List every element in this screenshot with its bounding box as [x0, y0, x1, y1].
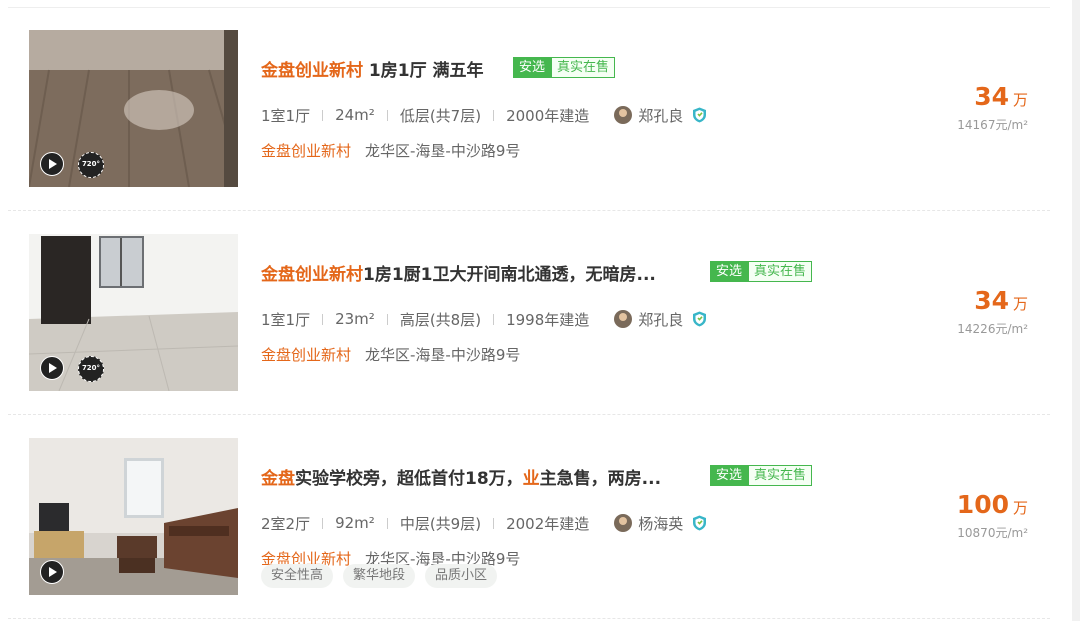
listing-specs: 1室1厅 24m² 低层(共7层) 2000年建造 郑孔良 [261, 105, 707, 125]
room-layout: 1室1厅 [261, 106, 311, 125]
floor-level: 低层(共7层) [399, 106, 482, 125]
divider [493, 517, 495, 529]
divider [386, 313, 388, 325]
floor-level: 中层(共9层) [399, 514, 482, 533]
title-text: 1房1厨1卫大开间南北通透，无暗房... [363, 265, 656, 285]
agent-avatar[interactable] [614, 106, 633, 124]
vr-720-icon[interactable]: 720° [78, 356, 104, 382]
real-listing-badge: 真实在售 [748, 465, 813, 486]
title-community: 金盘创业新村 [261, 61, 363, 81]
divider [322, 517, 324, 529]
divider [493, 109, 495, 121]
room-layout: 1室1厅 [261, 310, 311, 329]
district-address: 龙华区-海垦-中沙路9号 [365, 142, 521, 160]
title-highlight-1: 金盘 [261, 469, 295, 489]
floor-area: 23m² [335, 310, 375, 328]
row-divider [8, 414, 1050, 415]
floor-level: 高层(共8层) [399, 310, 482, 329]
district-address: 龙华区-海垦-中沙路9号 [365, 346, 521, 364]
price-value: 34 [974, 286, 1009, 315]
badge-group: 安选 真实在售 [710, 465, 813, 486]
real-listing-badge: 真实在售 [551, 57, 616, 78]
title-text: 1房1厅 满五年 [363, 61, 484, 81]
real-listing-badge: 真实在售 [748, 261, 813, 282]
listing-title[interactable]: 金盘创业新村1房1厨1卫大开间南北通透，无暗房... [261, 265, 656, 285]
play-icon[interactable] [40, 152, 64, 176]
price-unit: 万 [1012, 499, 1028, 517]
listing-card-1[interactable]: 720° 金盘创业新村 1房1厅 满五年 安选 真实在售 1室1厅 24m² 低… [0, 30, 1050, 230]
total-price: 100 万 [957, 490, 1028, 519]
community-link[interactable]: 金盘创业新村 [261, 142, 351, 160]
agent-avatar[interactable] [614, 310, 633, 328]
feature-tags: 安全性高 繁华地段 品质小区 [261, 564, 507, 588]
feature-tag[interactable]: 安全性高 [261, 564, 334, 588]
badge-group: 安选 真实在售 [513, 57, 616, 78]
divider [493, 313, 495, 325]
price-unit: 万 [1012, 91, 1028, 109]
play-icon[interactable] [40, 560, 64, 584]
listing-location: 金盘创业新村 龙华区-海垦-中沙路9号 [261, 344, 520, 365]
agent-name[interactable]: 杨海英 [638, 513, 683, 534]
title-text: 实验学校旁，超低首付18万， [295, 469, 523, 489]
verified-shield-icon [693, 107, 707, 123]
agent-name[interactable]: 郑孔良 [638, 105, 683, 126]
divider [322, 109, 324, 121]
divider [322, 313, 324, 325]
list-top-border [8, 7, 1050, 8]
build-year: 2002年建造 [506, 514, 590, 533]
price-value: 34 [974, 82, 1009, 111]
divider [386, 109, 388, 121]
listing-title[interactable]: 金盘实验学校旁，超低首付18万，业主急售，两房... [261, 469, 661, 489]
row-divider [8, 210, 1050, 211]
badge-group: 安选 真实在售 [710, 261, 813, 282]
selected-badge: 安选 [513, 57, 552, 78]
listing-location: 金盘创业新村 龙华区-海垦-中沙路9号 [261, 140, 520, 161]
title-highlight-2: 业 [522, 469, 540, 489]
selected-badge: 安选 [710, 465, 749, 486]
verified-shield-icon [693, 515, 707, 531]
verified-shield-icon [693, 311, 707, 327]
community-link[interactable]: 金盘创业新村 [261, 346, 351, 364]
row-divider [8, 618, 1050, 619]
listing-photo[interactable] [29, 438, 238, 595]
build-year: 1998年建造 [506, 310, 590, 329]
listing-photo[interactable]: 720° [29, 234, 238, 391]
unit-price: 10870元/m² [957, 526, 1028, 540]
floor-area: 24m² [335, 106, 375, 124]
price-unit: 万 [1012, 295, 1028, 313]
listing-card-2[interactable]: 720° 金盘创业新村1房1厨1卫大开间南北通透，无暗房... 安选 真实在售 … [0, 234, 1050, 434]
play-icon[interactable] [40, 356, 64, 380]
agent-avatar[interactable] [614, 514, 633, 532]
build-year: 2000年建造 [506, 106, 590, 125]
feature-tag[interactable]: 品质小区 [425, 564, 498, 588]
price-value: 100 [956, 490, 1009, 519]
feature-tag[interactable]: 繁华地段 [343, 564, 416, 588]
title-community: 金盘创业新村 [261, 265, 363, 285]
selected-badge: 安选 [710, 261, 749, 282]
agent-name[interactable]: 郑孔良 [638, 309, 683, 330]
total-price: 34 万 [974, 286, 1028, 315]
total-price: 34 万 [974, 82, 1028, 111]
page-edge [1072, 0, 1080, 621]
listing-title[interactable]: 金盘创业新村 1房1厅 满五年 [261, 61, 484, 81]
floor-area: 92m² [335, 514, 375, 532]
title-text-end: 主急售，两房... [539, 469, 662, 489]
vr-720-icon[interactable]: 720° [78, 152, 104, 178]
listing-card-3[interactable]: 金盘实验学校旁，超低首付18万，业主急售，两房... 安选 真实在售 2室2厅 … [0, 438, 1050, 638]
unit-price: 14167元/m² [957, 118, 1028, 132]
unit-price: 14226元/m² [957, 322, 1028, 336]
listing-photo[interactable]: 720° [29, 30, 238, 187]
divider [386, 517, 388, 529]
listing-specs: 1室1厅 23m² 高层(共8层) 1998年建造 郑孔良 [261, 309, 707, 329]
listing-specs: 2室2厅 92m² 中层(共9层) 2002年建造 杨海英 [261, 513, 707, 533]
room-layout: 2室2厅 [261, 514, 311, 533]
